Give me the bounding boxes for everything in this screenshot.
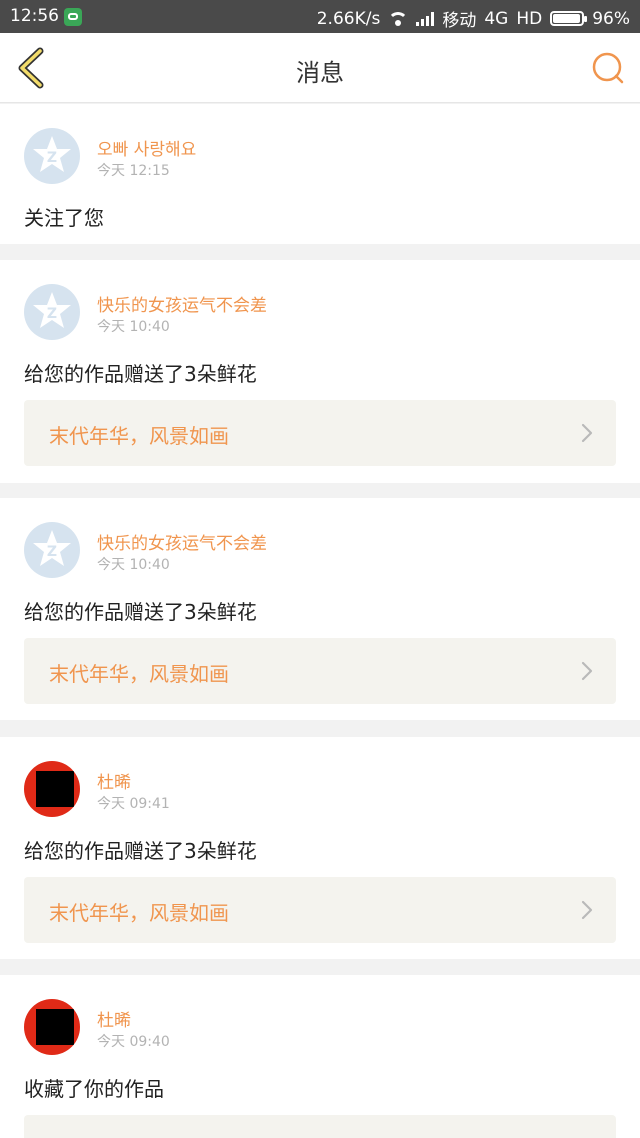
notification-time: 今天 10:40 — [97, 557, 170, 573]
sender-name[interactable]: 快乐的女孩运气不会差 — [97, 291, 267, 316]
page-title: 消息 — [296, 59, 344, 87]
work-link[interactable] — [24, 1115, 616, 1138]
sender-name[interactable]: 杜晞 — [97, 1006, 131, 1031]
notification-card[interactable]: Z 快乐的女孩运气不会差 今天 10:40 给您的作品赠送了3朵鲜花 末代年华，… — [0, 498, 640, 720]
network-type: 4G — [484, 8, 509, 29]
notification-time: 今天 10:40 — [97, 319, 170, 335]
android-app-icon — [64, 8, 82, 26]
notification-message: 收藏了你的作品 — [24, 1077, 164, 1101]
default-avatar-icon[interactable]: Z — [24, 128, 80, 184]
svg-text:Z: Z — [47, 306, 57, 322]
svg-text:Z: Z — [47, 544, 57, 560]
sender-name[interactable]: 杜晞 — [97, 768, 131, 793]
wifi-icon — [388, 11, 409, 26]
status-bar: 12:56 2.66K/s 移动 4G HD 96% — [0, 0, 640, 33]
work-title: 末代年华，风景如画 — [49, 424, 229, 448]
notification-message: 给您的作品赠送了3朵鲜花 — [24, 362, 257, 386]
user-avatar[interactable] — [24, 999, 80, 1055]
notification-message: 给您的作品赠送了3朵鲜花 — [24, 600, 257, 624]
chevron-right-icon — [581, 661, 593, 681]
sender-name[interactable]: 오빠 사랑해요 — [97, 135, 196, 160]
search-icon — [592, 52, 624, 84]
battery-icon — [550, 11, 588, 26]
status-right: 2.66K/s 移动 4G HD 96% — [316, 6, 630, 32]
sender-name[interactable]: 快乐的女孩运气不会差 — [97, 529, 267, 554]
svg-text:Z: Z — [47, 150, 57, 166]
work-title: 末代年华，风景如画 — [49, 901, 229, 925]
work-title: 末代年华，风景如画 — [49, 662, 229, 686]
notification-time: 今天 09:41 — [97, 796, 170, 812]
notification-time: 今天 12:15 — [97, 163, 170, 179]
notification-card[interactable]: 杜晞 今天 09:41 给您的作品赠送了3朵鲜花 末代年华，风景如画 — [0, 737, 640, 959]
notification-message: 关注了您 — [24, 206, 104, 230]
network-speed: 2.66K/s — [316, 8, 381, 29]
notification-card[interactable]: 杜晞 今天 09:40 收藏了你的作品 — [0, 975, 640, 1138]
notification-time: 今天 09:40 — [97, 1034, 170, 1050]
work-link[interactable]: 末代年华，风景如画 — [24, 638, 616, 704]
notification-message: 给您的作品赠送了3朵鲜花 — [24, 839, 257, 863]
nav-bar: 消息 — [0, 33, 640, 103]
carrier-label: 移动 — [442, 11, 477, 31]
default-avatar-icon[interactable]: Z — [24, 522, 80, 578]
notification-card[interactable]: Z 오빠 사랑해요 今天 12:15 关注了您 — [0, 104, 640, 244]
status-time: 12:56 — [10, 6, 59, 26]
signal-icon — [416, 11, 435, 26]
default-avatar-icon[interactable]: Z — [24, 284, 80, 340]
user-avatar[interactable] — [24, 761, 80, 817]
work-link[interactable]: 末代年华，风景如画 — [24, 877, 616, 943]
hd-label: HD — [516, 8, 543, 29]
work-link[interactable]: 末代年华，风景如画 — [24, 400, 616, 466]
chevron-right-icon — [581, 423, 593, 443]
notification-card[interactable]: Z 快乐的女孩运气不会差 今天 10:40 给您的作品赠送了3朵鲜花 末代年华，… — [0, 260, 640, 483]
chevron-right-icon — [581, 900, 593, 920]
battery-level: 96% — [592, 8, 630, 29]
search-button[interactable] — [590, 50, 626, 86]
